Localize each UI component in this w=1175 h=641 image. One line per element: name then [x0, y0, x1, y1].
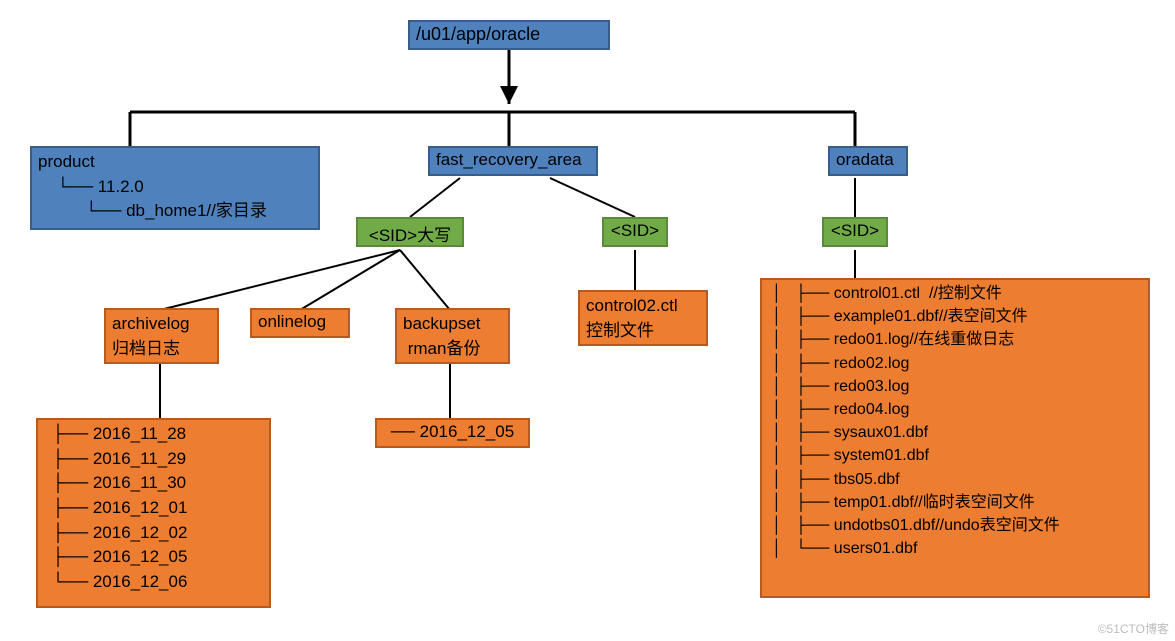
- node-sid-fra: <SID>: [602, 217, 668, 247]
- node-archivelog: archivelog 归档日志: [104, 308, 219, 364]
- backupset-date-text: ── 2016_12_05: [391, 422, 514, 441]
- product-title: product: [38, 152, 95, 171]
- oradata-label: oradata: [836, 150, 894, 169]
- archivelog-title: archivelog: [112, 314, 190, 333]
- control02-subtitle: 控制文件: [586, 321, 654, 340]
- watermark-text: ©51CTO博客: [1098, 620, 1169, 637]
- node-onlinelog: onlinelog: [250, 308, 350, 338]
- onlinelog-title: onlinelog: [258, 312, 326, 331]
- archivelog-dates-text: ├── 2016_11_28 ├── 2016_11_29 ├── 2016_1…: [52, 424, 187, 591]
- node-product: product └── 11.2.0 └── db_home1//家目录: [30, 146, 320, 230]
- node-oradata-files: │ ├── control01.ctl //控制文件 │ ├── example…: [760, 278, 1150, 598]
- node-sid-fra-uppercase: <SID>大写: [356, 217, 464, 247]
- sid-fra-label: <SID>: [611, 221, 659, 240]
- sid-oradata-label: <SID>: [831, 221, 879, 240]
- node-backupset-date: ── 2016_12_05: [375, 418, 530, 448]
- node-archivelog-dates: ├── 2016_11_28 ├── 2016_11_29 ├── 2016_1…: [36, 418, 271, 608]
- node-fast-recovery-area: fast_recovery_area: [428, 146, 598, 176]
- fast-recovery-area-label: fast_recovery_area: [436, 150, 582, 169]
- product-tree: └── 11.2.0 └── db_home1//家目录: [38, 177, 267, 221]
- node-root-label: /u01/app/oracle: [416, 24, 540, 44]
- control02-title: control02.ctl: [586, 296, 678, 315]
- node-control02: control02.ctl 控制文件: [578, 290, 708, 346]
- node-sid-oradata: <SID>: [822, 217, 888, 247]
- node-oradata: oradata: [828, 146, 908, 176]
- backupset-subtitle: rman备份: [403, 339, 480, 358]
- backupset-title: backupset: [403, 314, 481, 333]
- sid-fra-uppercase-label: <SID>大写: [369, 226, 451, 245]
- node-root: /u01/app/oracle: [408, 20, 610, 50]
- archivelog-subtitle: 归档日志: [112, 339, 180, 358]
- node-backupset: backupset rman备份: [395, 308, 510, 364]
- oradata-files-text: │ ├── control01.ctl //控制文件 │ ├── example…: [772, 285, 1060, 557]
